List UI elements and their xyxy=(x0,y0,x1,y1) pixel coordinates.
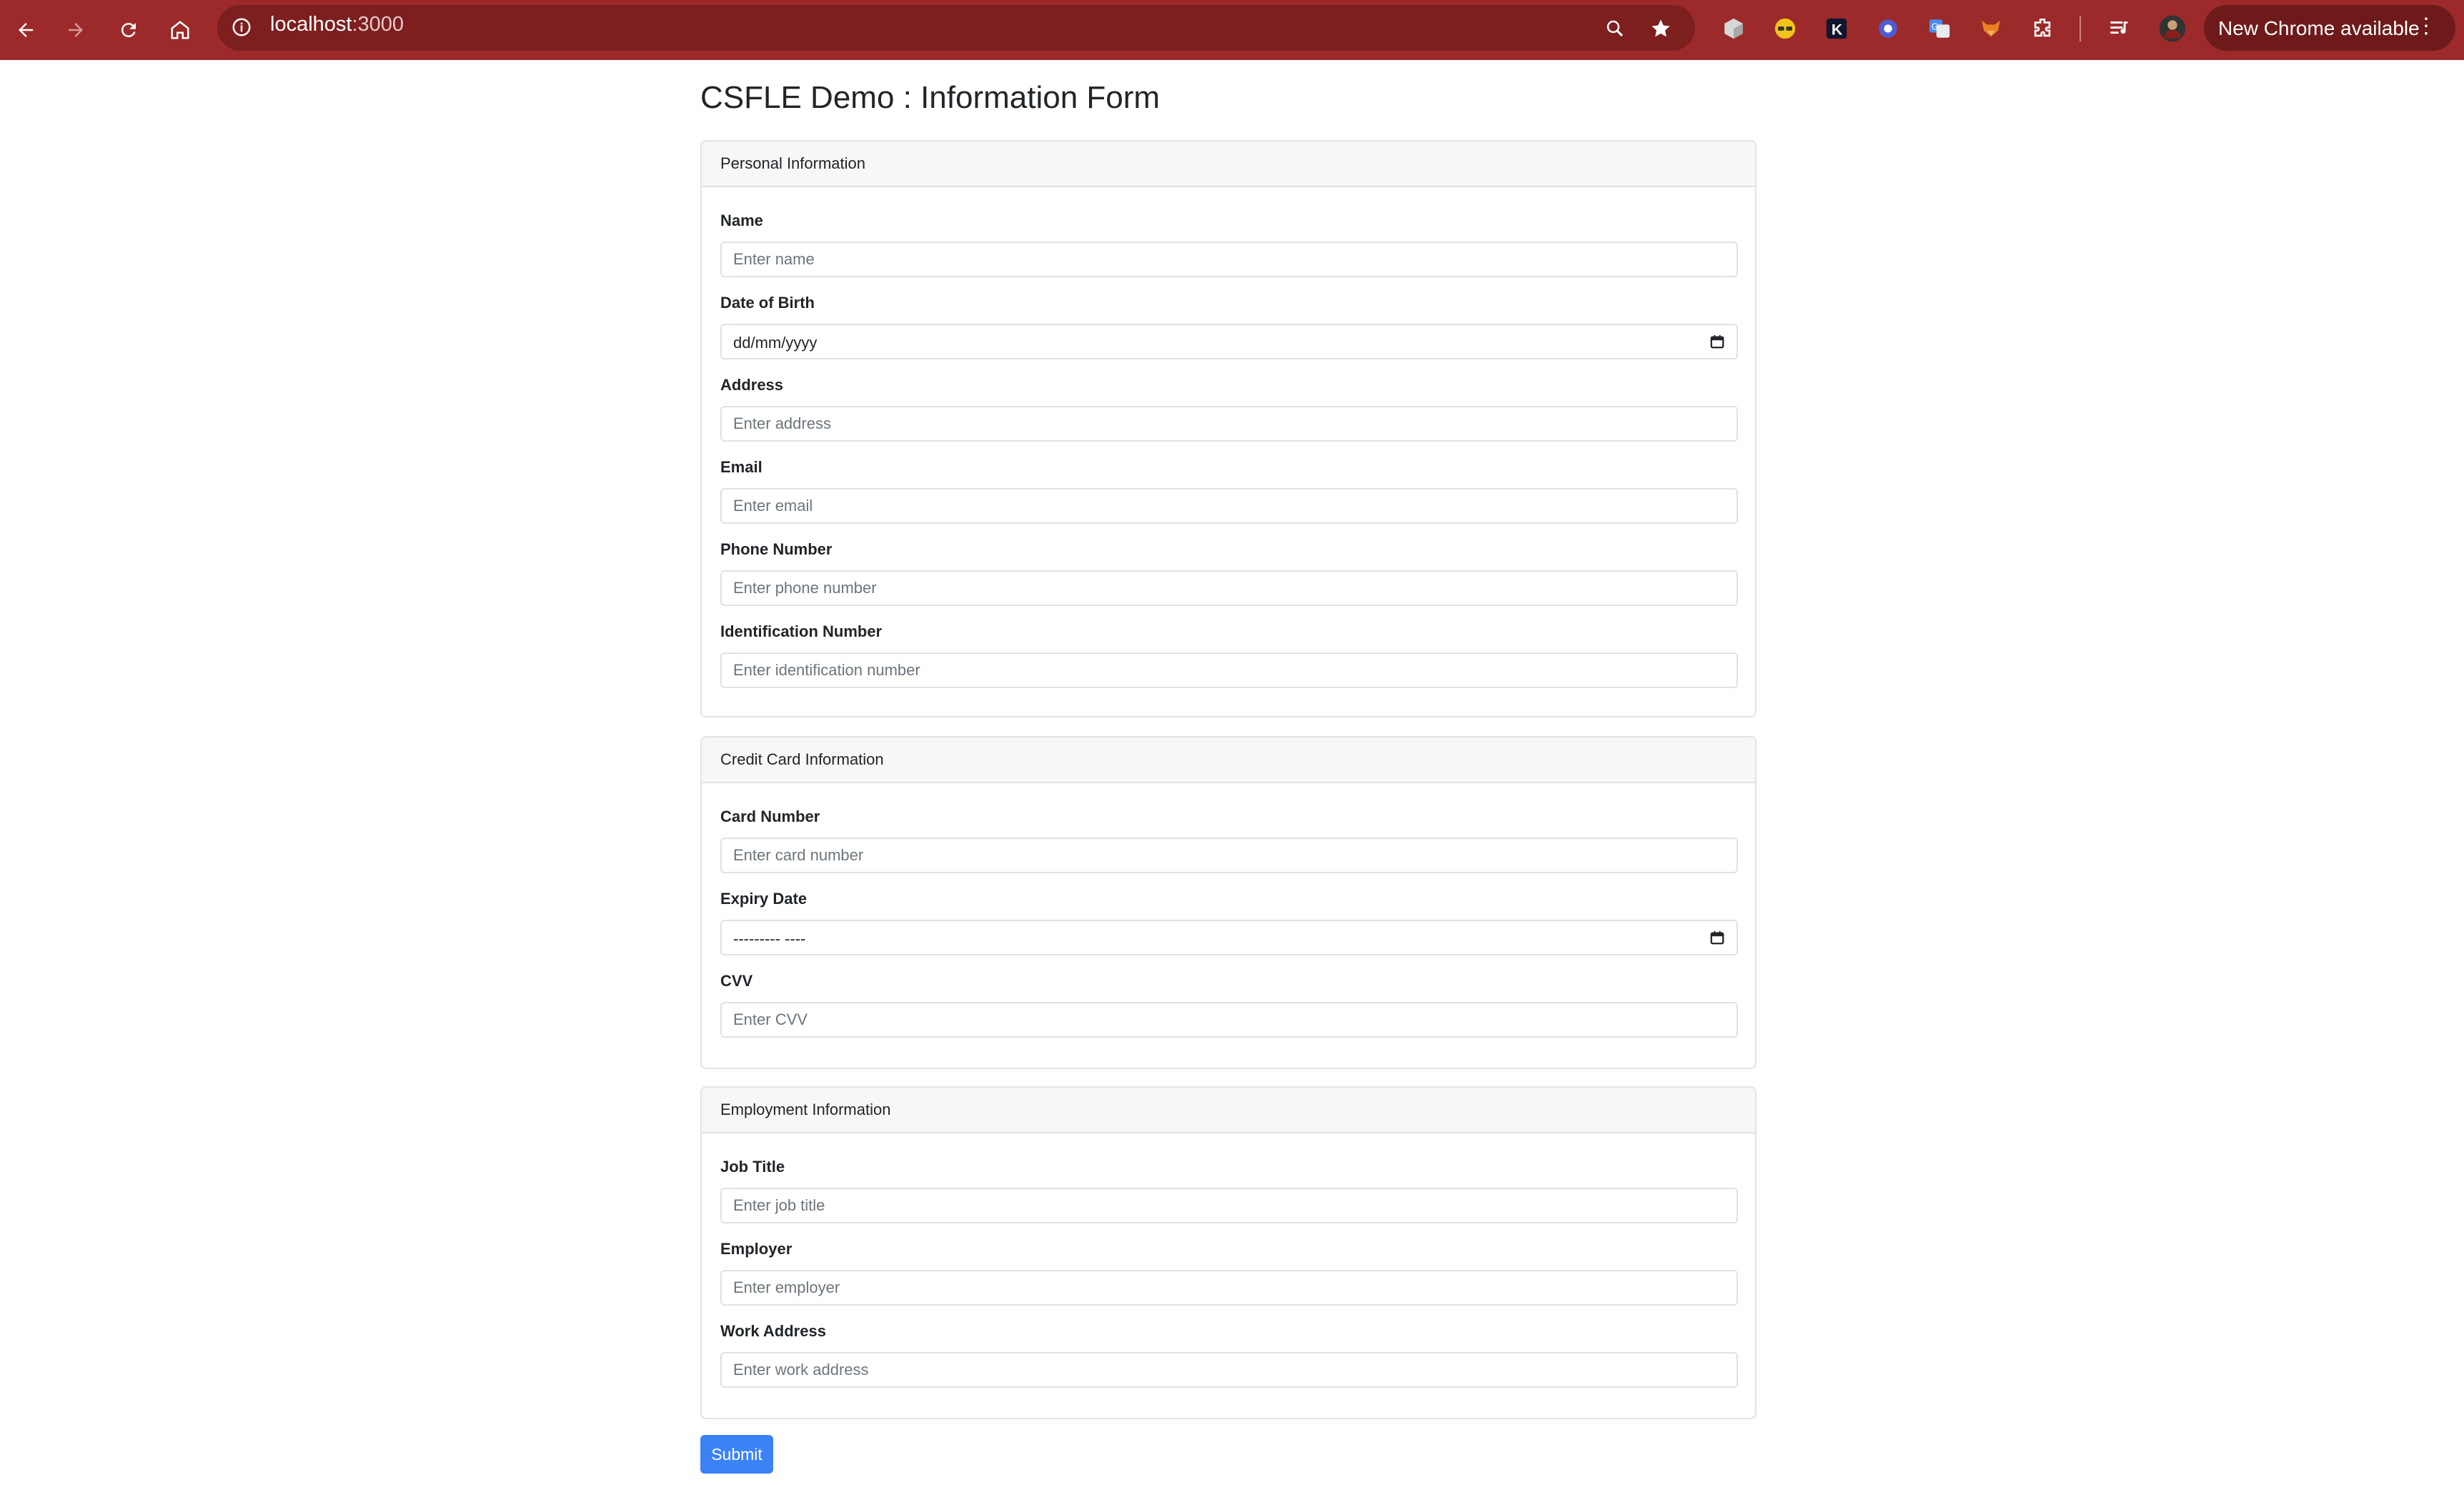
email-label: Email xyxy=(720,458,762,476)
avatar-icon xyxy=(2159,15,2186,42)
address-field: Address xyxy=(720,374,1738,442)
site-info-button[interactable] xyxy=(226,11,257,43)
bookmark-button[interactable] xyxy=(1645,13,1676,44)
url-text[interactable]: localhost:3000 xyxy=(270,13,404,36)
expiry-value: --------- ---- xyxy=(733,930,806,948)
phone-label: Phone Number xyxy=(720,540,833,558)
extension-globe-icon[interactable] xyxy=(1874,14,1902,43)
card-number-input[interactable] xyxy=(720,838,1738,873)
credit-card-header: Credit Card Information xyxy=(702,737,1755,783)
dob-label: Date of Birth xyxy=(720,294,815,312)
back-button[interactable] xyxy=(10,14,41,46)
url-host: localhost xyxy=(270,13,352,36)
job-title-label: Job Title xyxy=(720,1158,785,1176)
employment-card: Employment Information Job Title Employe… xyxy=(700,1086,1757,1419)
work-address-input[interactable] xyxy=(720,1352,1738,1388)
reload-button[interactable] xyxy=(113,14,144,46)
extension-translate-icon[interactable]: G xyxy=(1925,14,1954,43)
page-title: CSFLE Demo : Information Form xyxy=(700,80,1161,115)
update-label: New Chrome available xyxy=(2218,17,2420,39)
zoom-button[interactable] xyxy=(1599,13,1631,44)
address-bar[interactable] xyxy=(217,5,1695,51)
home-button[interactable] xyxy=(164,14,196,46)
work-address-field: Work Address xyxy=(720,1321,1738,1388)
dob-input[interactable]: dd/mm/yyyy xyxy=(720,324,1738,359)
work-address-label: Work Address xyxy=(720,1322,826,1340)
more-menu-icon[interactable]: ⋮ xyxy=(2415,16,2437,37)
card-number-field: Card Number xyxy=(720,806,1738,873)
name-label: Name xyxy=(720,212,763,229)
expiry-label: Expiry Date xyxy=(720,890,808,908)
svg-text:K: K xyxy=(1832,21,1843,39)
calendar-icon[interactable] xyxy=(1709,334,1725,349)
phone-input[interactable] xyxy=(720,570,1738,606)
extension-glasses-icon[interactable] xyxy=(1771,14,1799,43)
media-control-icon[interactable] xyxy=(2105,14,2134,43)
address-input[interactable] xyxy=(720,406,1738,442)
submit-button[interactable]: Submit xyxy=(700,1435,773,1474)
employer-input[interactable] xyxy=(720,1270,1738,1306)
credit-card-card: Credit Card Information Card Number Expi… xyxy=(700,736,1757,1069)
home-icon xyxy=(171,21,189,39)
employer-field: Employer xyxy=(720,1238,1738,1306)
name-input[interactable] xyxy=(720,242,1738,277)
cvv-label: CVV xyxy=(720,972,753,990)
toolbar-divider xyxy=(2080,16,2081,41)
id-number-input[interactable] xyxy=(720,652,1738,688)
job-title-field: Job Title xyxy=(720,1156,1738,1223)
email-field: Email xyxy=(720,457,1738,524)
employment-header: Employment Information xyxy=(702,1088,1755,1133)
card-number-label: Card Number xyxy=(720,808,820,825)
forward-arrow-icon xyxy=(69,23,83,37)
reload-icon xyxy=(121,23,136,38)
chrome-update-button[interactable]: New Chrome available ⋮ xyxy=(2204,5,2455,51)
email-input[interactable] xyxy=(720,488,1738,524)
job-title-input[interactable] xyxy=(720,1188,1738,1223)
cvv-field: CVV xyxy=(720,970,1738,1038)
address-label: Address xyxy=(720,376,784,394)
info-icon xyxy=(232,18,251,36)
browser-toolbar: localhost:3000 K G New Chrome available … xyxy=(0,0,2464,60)
dob-field: Date of Birth dd/mm/yyyy xyxy=(720,292,1738,359)
id-number-label: Identification Number xyxy=(720,622,883,640)
zoom-icon xyxy=(1606,20,1624,37)
extension-k-icon[interactable]: K xyxy=(1822,14,1851,43)
expiry-field: Expiry Date --------- ---- xyxy=(720,888,1738,955)
phone-field: Phone Number xyxy=(720,539,1738,606)
employer-label: Employer xyxy=(720,1240,793,1258)
extension-cube-icon[interactable] xyxy=(1719,14,1748,43)
back-arrow-icon xyxy=(19,23,33,37)
star-icon xyxy=(1651,19,1670,37)
extensions-puzzle-icon[interactable] xyxy=(2028,14,2057,43)
cvv-input[interactable] xyxy=(720,1002,1738,1038)
url-port: :3000 xyxy=(352,13,404,36)
svg-text:G: G xyxy=(1932,21,1939,31)
id-number-field: Identification Number xyxy=(720,621,1738,688)
extension-fox-icon[interactable] xyxy=(1977,14,2005,43)
personal-info-header: Personal Information xyxy=(702,141,1755,187)
forward-button[interactable] xyxy=(60,14,91,46)
personal-info-card: Personal Information Name Date of Birth … xyxy=(700,140,1757,717)
dob-value: dd/mm/yyyy xyxy=(733,334,818,352)
calendar-icon[interactable] xyxy=(1709,930,1725,945)
expiry-input[interactable]: --------- ---- xyxy=(720,920,1738,955)
name-field: Name xyxy=(720,210,1738,277)
profile-avatar[interactable] xyxy=(2158,14,2187,43)
